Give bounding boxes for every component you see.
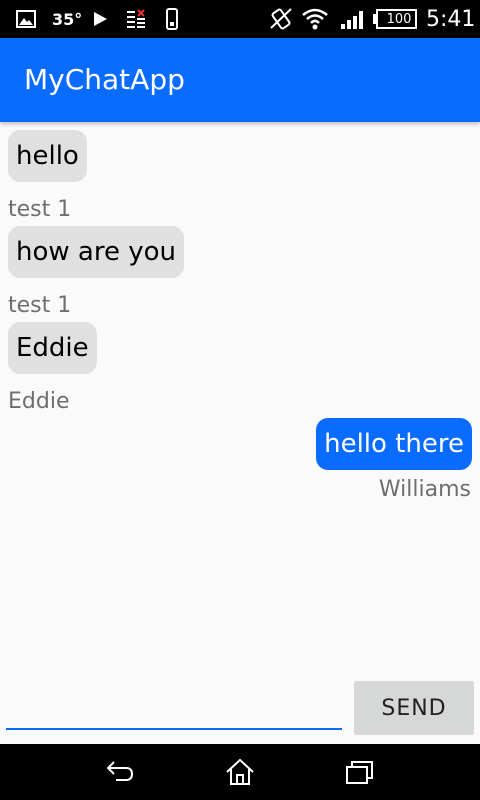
app-bar: MyChatApp	[0, 38, 480, 122]
status-bar: 35° 100 5:41	[0, 0, 480, 38]
image-icon	[16, 0, 36, 38]
message-bubble[interactable]: hello	[8, 130, 87, 182]
send-button[interactable]: SEND	[354, 681, 474, 735]
vibrate-icon	[268, 0, 294, 38]
recent-apps-icon[interactable]	[344, 758, 376, 786]
signal-icon	[340, 0, 366, 38]
back-icon[interactable]	[104, 758, 136, 786]
app-title: MyChatApp	[24, 63, 185, 96]
phone-screen: 35° 100 5:41 MyChatApp hello test 1 how …	[0, 0, 480, 800]
home-icon[interactable]	[224, 758, 256, 786]
message-sender: test 1	[8, 293, 72, 318]
message-input[interactable]	[6, 690, 342, 730]
message-bubble[interactable]: Eddie	[8, 322, 97, 374]
message-sender: Eddie	[8, 389, 70, 414]
message-list[interactable]: hello test 1 how are you test 1 Eddie Ed…	[0, 122, 480, 662]
temperature-text: 35°	[52, 9, 83, 29]
download-icon	[126, 0, 146, 38]
navigation-bar	[0, 744, 480, 800]
play-icon	[92, 0, 108, 38]
message-sender: test 1	[8, 197, 72, 222]
message-sender: Williams	[378, 477, 471, 502]
message-bubble[interactable]: how are you	[8, 226, 184, 278]
message-bubble[interactable]: hello there	[316, 418, 472, 470]
battery-level-text: 100	[386, 11, 412, 27]
clock-text: 5:41	[426, 6, 476, 32]
phone-icon	[164, 0, 180, 38]
wifi-icon	[302, 0, 328, 38]
